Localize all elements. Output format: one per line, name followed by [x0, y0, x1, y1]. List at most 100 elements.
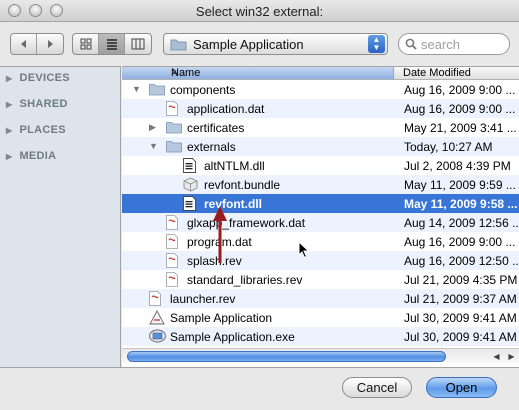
file-row[interactable]: altNTLM.dll Jul 2, 2008 4:39 PM	[122, 156, 519, 175]
horizontal-scrollbar[interactable]: ◀ ▶	[122, 348, 519, 363]
disclosure-triangle-icon: ▶	[6, 99, 13, 109]
document-icon	[166, 101, 182, 117]
file-date: Aug 16, 2009 12:50 ...	[404, 254, 519, 268]
file-date: Jul 2, 2008 4:39 PM	[404, 159, 511, 173]
location-label: Sample Application	[193, 36, 304, 52]
toolbar: Sample Application ▲ ▼	[0, 23, 519, 66]
disclosure-collapsed-icon[interactable]: ▶	[149, 122, 156, 133]
file-row[interactable]: Sample Application.exe Jul 30, 2009 9:41 …	[122, 327, 519, 346]
search-field[interactable]	[398, 33, 510, 55]
file-name: Sample Application	[170, 311, 273, 325]
folder-icon	[149, 82, 165, 98]
sidebar-section-media[interactable]: ▶ MEDIA	[6, 150, 56, 162]
scroll-right-arrow-icon[interactable]: ▶	[505, 350, 518, 363]
disclosure-expanded-icon[interactable]: ▼	[132, 84, 141, 94]
file-row[interactable]: revfont.bundle May 11, 2009 9:59 ...	[122, 175, 519, 194]
file-name: application.dat	[187, 102, 265, 116]
sidebar-section-label: MEDIA	[19, 150, 57, 162]
cancel-button[interactable]: Cancel	[342, 377, 412, 398]
file-row[interactable]: ▼ externals Today, 10:27 AM	[122, 137, 519, 156]
sidebar-section-shared[interactable]: ▶ SHARED	[6, 98, 68, 110]
location-popup[interactable]: Sample Application ▲ ▼	[163, 33, 388, 55]
file-row[interactable]: application.dat Aug 16, 2009 9:00 ...	[122, 99, 519, 118]
disclosure-triangle-icon: ▶	[6, 151, 13, 161]
sidebar-section-label: PLACES	[19, 124, 66, 136]
column-header: Name ▲ Date Modified	[122, 67, 519, 80]
file-row[interactable]: ▼ components Aug 16, 2009 9:00 ...	[122, 80, 519, 99]
file-row[interactable]: revfont.dll May 11, 2009 9:58 ...	[122, 194, 519, 213]
file-name: Sample Application.exe	[170, 330, 295, 344]
disclosure-expanded-icon[interactable]: ▼	[149, 141, 158, 151]
sort-ascending-icon: ▲	[171, 67, 179, 76]
file-date: Jul 30, 2009 9:41 AM	[404, 311, 517, 325]
scroll-left-arrow-icon[interactable]: ◀	[490, 350, 503, 363]
file-name: revfont.dll	[204, 197, 263, 211]
sidebar-section-label: DEVICES	[19, 72, 70, 84]
view-mode-segmented-control	[72, 33, 152, 55]
document-icon	[149, 291, 165, 307]
date-column-label: Date Modified	[403, 67, 471, 79]
icon-view-icon	[80, 38, 91, 50]
document-icon	[166, 234, 182, 250]
file-name: glxapp_framework.dat	[187, 216, 306, 230]
search-input[interactable]	[421, 36, 501, 52]
file-date: Aug 14, 2009 12:56 ...	[404, 216, 519, 230]
file-browser: Name ▲ Date Modified ▼ components Aug 16, …	[122, 66, 519, 367]
file-name: components	[170, 83, 236, 97]
file-date: Aug 16, 2009 9:00 ...	[404, 235, 516, 249]
file-date: Jul 30, 2009 9:41 AM	[404, 330, 517, 344]
folder-icon	[170, 39, 187, 50]
file-row[interactable]: program.dat Aug 16, 2009 9:00 ...	[122, 232, 519, 251]
file-date: May 21, 2009 3:41 ...	[404, 121, 517, 135]
file-row[interactable]: ▶ certificates May 21, 2009 3:41 ...	[122, 118, 519, 137]
sidebar-section-devices[interactable]: ▶ DEVICES	[6, 72, 70, 84]
scroll-thumb[interactable]	[127, 351, 446, 362]
sidebar: ▶ DEVICES ▶ SHARED ▶ PLACES ▶ MEDIA	[0, 66, 121, 367]
mouse-cursor-icon	[298, 241, 310, 259]
file-date: Jul 21, 2009 4:35 PM	[404, 273, 518, 287]
date-column-header[interactable]: Date Modified	[403, 67, 471, 79]
file-date: May 11, 2009 9:59 ...	[404, 178, 516, 192]
file-date: Aug 16, 2009 9:00 ...	[404, 83, 516, 97]
list-view-button[interactable]	[99, 34, 125, 54]
disclosure-triangle-icon: ▶	[6, 73, 13, 83]
file-row[interactable]: glxapp_framework.dat Aug 14, 2009 12:56 .…	[122, 213, 519, 232]
file-name: standard_libraries.rev	[187, 273, 303, 287]
window-title: Select win32 external:	[195, 4, 324, 19]
dll-icon	[183, 196, 199, 212]
file-row[interactable]: launcher.rev Jul 21, 2009 9:37 AM	[122, 289, 519, 308]
file-name: revfont.bundle	[204, 178, 281, 192]
file-row[interactable]: standard_libraries.rev Jul 21, 2009 4:35 …	[122, 270, 519, 289]
file-name: certificates	[187, 121, 245, 135]
file-date: Aug 16, 2009 9:00 ...	[404, 102, 516, 116]
navigation-segmented-control	[10, 33, 64, 55]
column-view-icon	[131, 38, 145, 50]
search-icon	[405, 38, 417, 50]
file-name: launcher.rev	[170, 292, 236, 306]
folder-icon	[166, 120, 182, 136]
open-button[interactable]: Open	[426, 377, 497, 398]
dll-icon	[183, 158, 199, 174]
column-view-button[interactable]	[125, 34, 151, 54]
document-icon	[166, 272, 182, 288]
title-bar: Select win32 external:	[0, 0, 519, 22]
file-date: May 11, 2009 9:58 ...	[404, 197, 518, 211]
forward-arrow-icon	[48, 40, 53, 48]
file-row[interactable]: Sample Application Jul 30, 2009 9:41 AM	[122, 308, 519, 327]
file-name: externals	[187, 140, 236, 154]
app-icon	[149, 310, 165, 326]
forward-button[interactable]	[37, 34, 63, 54]
disclosure-triangle-icon: ▶	[6, 125, 13, 135]
name-column-header[interactable]: Name ▲	[122, 67, 394, 79]
file-row[interactable]: splash.rev Aug 16, 2009 12:50 ...	[122, 251, 519, 270]
file-name: program.dat	[187, 235, 252, 249]
sidebar-section-places[interactable]: ▶ PLACES	[6, 124, 66, 136]
dialog-footer: Cancel Open	[0, 367, 519, 410]
file-name: altNTLM.dll	[204, 159, 265, 173]
icon-view-button[interactable]	[73, 34, 99, 54]
back-arrow-icon	[20, 40, 26, 48]
file-date: Today, 10:27 AM	[404, 140, 493, 154]
back-button[interactable]	[11, 34, 37, 54]
document-icon	[166, 253, 182, 269]
file-date: Jul 21, 2009 9:37 AM	[404, 292, 517, 306]
